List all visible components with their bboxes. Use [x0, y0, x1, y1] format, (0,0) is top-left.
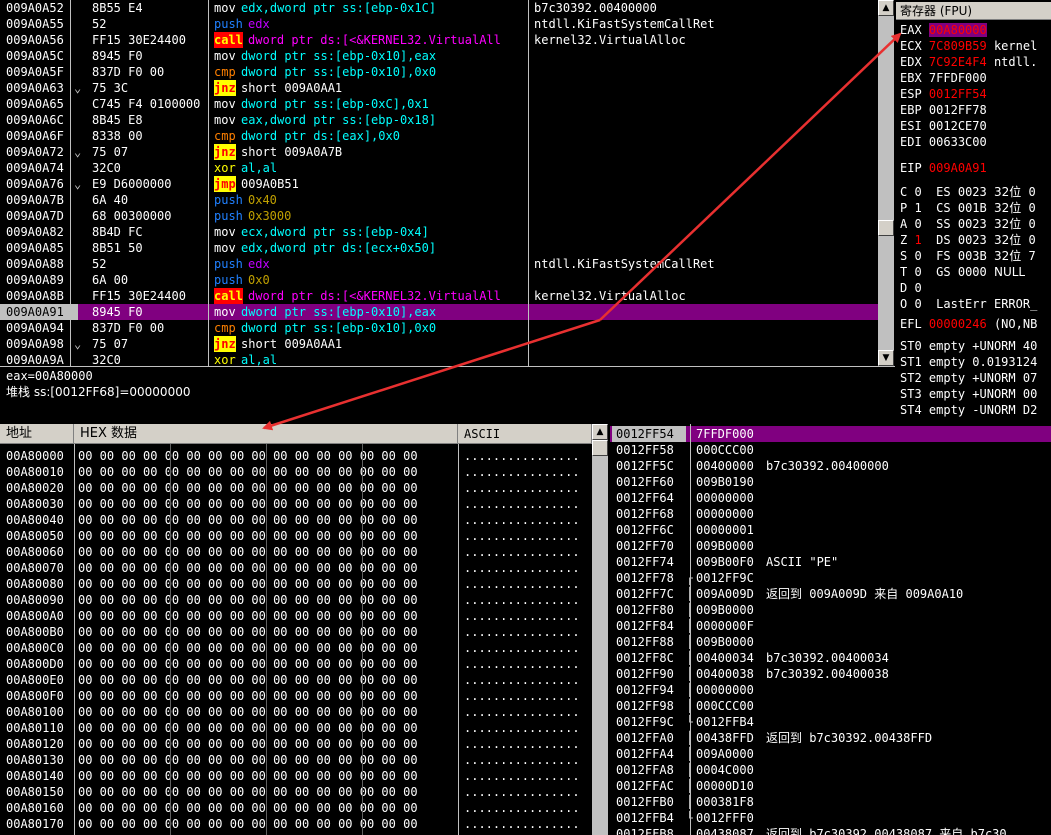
annotation-arrows: [262, 32, 902, 431]
arrow-to-dump: [262, 318, 601, 431]
arrow-to-eax: [599, 32, 902, 321]
